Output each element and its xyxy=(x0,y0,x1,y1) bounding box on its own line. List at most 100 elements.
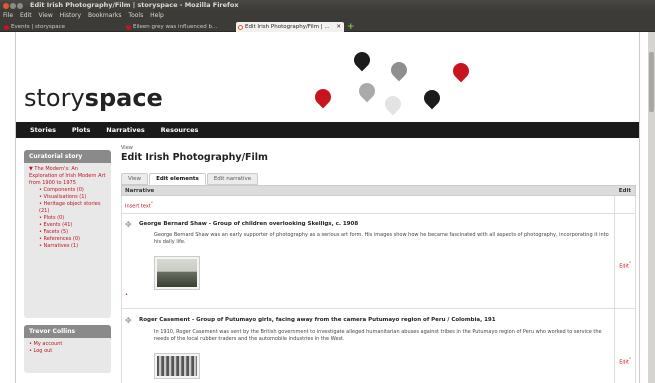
sidebar-item-label: References (0) xyxy=(43,236,81,242)
external-link-icon: ° xyxy=(628,357,631,362)
menu-history[interactable]: History xyxy=(60,12,81,19)
column-edit: Edit xyxy=(618,188,631,194)
map-pin-grey-icon xyxy=(387,58,411,82)
link-label: My account xyxy=(33,341,63,347)
storyspace-logo[interactable]: storyspace xyxy=(24,84,163,112)
item-title: Roger Casement - Group of Putumayo girls… xyxy=(139,317,496,323)
bullet-icon: • xyxy=(39,194,42,200)
tab-edit-elements[interactable]: Edit elements xyxy=(149,173,206,185)
nav-resources[interactable]: Resources xyxy=(161,122,199,138)
tab-edit-narrative[interactable]: Edit narrative xyxy=(206,173,259,185)
drag-handle-icon[interactable]: ✥ xyxy=(125,221,132,229)
map-pin-red-icon xyxy=(311,85,335,109)
sidebar-item-label: Facets (5) xyxy=(43,229,69,235)
browser-tab-label: Edit Irish Photography/Film | ... xyxy=(245,24,330,30)
link-label: Log out xyxy=(33,348,53,354)
browser-tab-label: Events | storyspace xyxy=(11,24,66,30)
menu-file[interactable]: File xyxy=(3,12,13,19)
browser-tab-label: Eileen grey was influenced b... xyxy=(133,24,218,30)
user-block: Trevor Collins • My account • Log out xyxy=(24,325,111,373)
browser-tab-bar: Events | storyspace Eileen grey was infl… xyxy=(0,21,655,32)
edit-link[interactable]: Edit° xyxy=(619,261,631,270)
insert-marker-icon[interactable]: • xyxy=(125,292,128,298)
tab-view[interactable]: View xyxy=(121,173,149,185)
nav-stories[interactable]: Stories xyxy=(30,122,56,138)
sidebar-item-plots[interactable]: • Plots (0) xyxy=(29,215,106,222)
curatorial-story-block: Curatorial story ▼ The Modern's: An Expl… xyxy=(24,150,111,318)
menu-edit[interactable]: Edit xyxy=(20,12,32,19)
web-page: storyspace Stories Plots Narratives Reso… xyxy=(0,32,648,383)
sidebar-item-facets[interactable]: • Facets (5) xyxy=(29,229,106,236)
logo-story-text: story xyxy=(24,84,85,112)
window-maximize-button[interactable] xyxy=(17,3,23,9)
table-row: ✥ George Bernard Shaw - Group of childre… xyxy=(121,214,636,309)
scrollbar-thumb[interactable] xyxy=(649,52,654,112)
map-pin-black-icon xyxy=(420,86,444,110)
bullet-icon: • xyxy=(39,187,42,193)
nav-narratives[interactable]: Narratives xyxy=(106,122,144,138)
edit-link[interactable]: Edit° xyxy=(619,357,631,366)
bullet-icon: • xyxy=(29,341,32,347)
photo-thumbnail-image xyxy=(157,356,197,376)
insert-text-row: Insert text° xyxy=(121,196,636,214)
browser-tab-events[interactable]: Events | storyspace xyxy=(2,22,120,32)
storyspace-favicon-icon xyxy=(126,25,131,30)
column-narrative: Narrative xyxy=(125,188,155,194)
bullet-icon: • xyxy=(39,215,42,221)
table-header: Narrative Edit xyxy=(121,185,636,196)
page-tabs: View Edit elements Edit narrative xyxy=(121,173,259,185)
site-header: storyspace xyxy=(16,32,639,122)
sidebar-item-label: Heritage object stories (21) xyxy=(39,201,101,214)
browser-tab-eileen-grey[interactable]: Eileen grey was influenced b... xyxy=(124,22,234,32)
external-link-icon: ° xyxy=(628,261,631,266)
window-titlebar: Edit Irish Photography/Film | storyspace… xyxy=(0,0,655,11)
main-navigation: Stories Plots Narratives Resources xyxy=(16,122,639,138)
menu-view[interactable]: View xyxy=(39,12,53,19)
drag-handle-icon[interactable]: ✥ xyxy=(125,317,132,325)
item-title: George Bernard Shaw - Group of children … xyxy=(139,221,359,227)
sidebar-item-components[interactable]: • Components (0) xyxy=(29,187,106,194)
logo-space-text: space xyxy=(84,84,163,112)
sidebar-item-narratives[interactable]: • Narratives (1) xyxy=(29,243,106,250)
sidebar-item-label: Components (0) xyxy=(43,187,84,193)
sidebar-item-references[interactable]: • References (0) xyxy=(29,236,106,243)
breadcrumb[interactable]: View xyxy=(121,145,636,151)
item-description: In 1910, Roger Casement was sent by the … xyxy=(154,329,602,342)
story-link[interactable]: ▼ The Modern's: An Exploration of Irish … xyxy=(29,166,106,187)
sidebar-item-label: Narratives (1) xyxy=(43,243,79,249)
item-description: George Bernard Shaw was an early support… xyxy=(154,232,609,245)
window-close-button[interactable] xyxy=(3,3,9,9)
nav-plots[interactable]: Plots xyxy=(72,122,90,138)
menu-bar: File Edit View History Bookmarks Tools H… xyxy=(0,11,655,21)
menu-bookmarks[interactable]: Bookmarks xyxy=(88,12,122,19)
item-thumbnail[interactable] xyxy=(154,353,200,379)
tab-close-icon[interactable]: ✕ xyxy=(336,22,341,32)
user-block-heading: Trevor Collins xyxy=(24,325,111,338)
map-pin-black-icon xyxy=(350,48,374,72)
menu-tools[interactable]: Tools xyxy=(128,12,143,19)
window-minimize-button[interactable] xyxy=(10,3,16,9)
window-title: Edit Irish Photography/Film | storyspace… xyxy=(30,1,239,9)
user-links: • My account • Log out xyxy=(24,338,111,358)
insert-text-link[interactable]: Insert text° xyxy=(125,201,153,210)
table-row: ✥ Roger Casement - Group of Putumayo gir… xyxy=(121,309,636,383)
main-content: View Edit Irish Photography/Film View Edi… xyxy=(121,145,636,383)
sidebar-item-visualisations[interactable]: • Visualisations (1) xyxy=(29,194,106,201)
bullet-icon: • xyxy=(39,236,42,242)
log-out-link[interactable]: • Log out xyxy=(29,348,106,355)
bullet-icon: • xyxy=(39,243,42,249)
map-pin-light-icon xyxy=(381,92,405,116)
page-scrollbar[interactable] xyxy=(648,32,655,383)
browser-tab-edit-irish-photography[interactable]: Edit Irish Photography/Film | ... ✕ xyxy=(236,22,344,32)
page-title: Edit Irish Photography/Film xyxy=(121,152,268,163)
sidebar-item-heritage-object-stories[interactable]: • Heritage object stories (21) xyxy=(29,201,106,215)
loading-icon xyxy=(238,25,243,30)
storyspace-favicon-icon xyxy=(4,25,9,30)
item-thumbnail[interactable] xyxy=(154,256,200,290)
my-account-link[interactable]: • My account xyxy=(29,341,106,348)
sidebar-item-events[interactable]: • Events (41) xyxy=(29,222,106,229)
sidebar-item-label: Events (41) xyxy=(43,222,73,228)
page-content: storyspace Stories Plots Narratives Reso… xyxy=(15,32,640,383)
new-tab-button[interactable]: + xyxy=(347,23,355,32)
menu-help[interactable]: Help xyxy=(150,12,164,19)
